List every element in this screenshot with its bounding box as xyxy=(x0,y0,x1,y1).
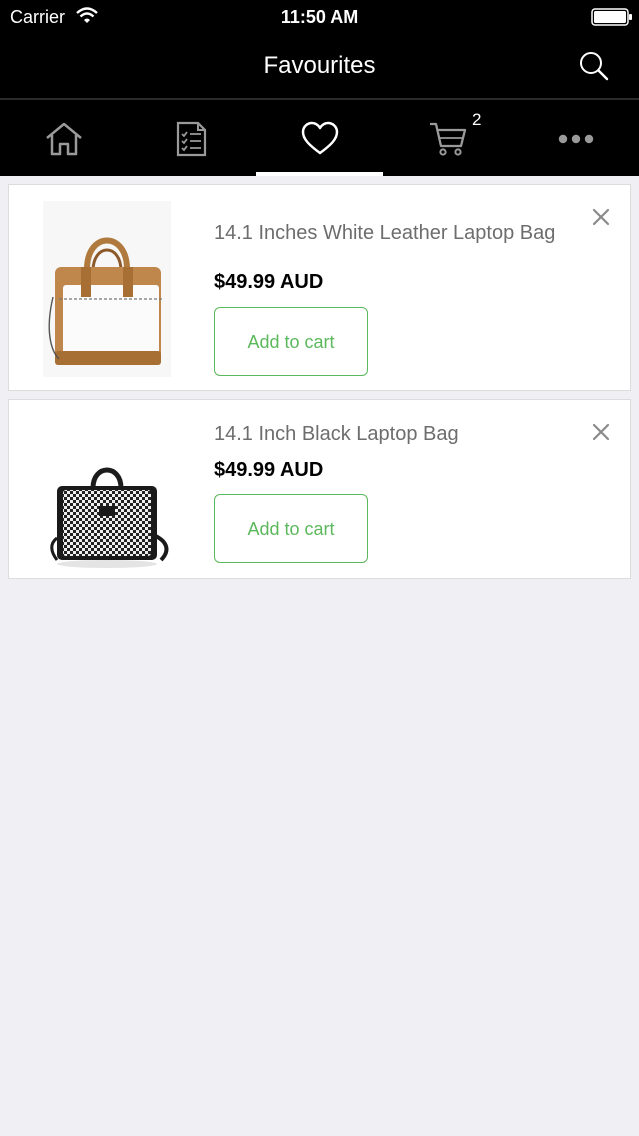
tab-bar xyxy=(0,98,639,176)
close-icon xyxy=(592,423,610,441)
remove-favourite-button[interactable] xyxy=(589,205,613,229)
active-tab-indicator xyxy=(256,172,383,176)
home-icon xyxy=(46,122,82,156)
close-icon xyxy=(592,208,610,226)
product-price: $49.99 AUD xyxy=(214,271,324,293)
search-button[interactable] xyxy=(576,48,612,84)
white-leather-bag-image xyxy=(43,201,171,377)
product-image[interactable] xyxy=(43,404,171,576)
tab-more[interactable] xyxy=(512,100,639,176)
favourite-item: 14.1 Inch Black Laptop Bag $49.99 AUD Ad… xyxy=(8,399,631,579)
checklist-icon xyxy=(176,121,207,157)
page-title: Favourites xyxy=(263,52,376,79)
product-image[interactable] xyxy=(43,201,171,377)
search-icon xyxy=(580,52,609,81)
product-title[interactable]: 14.1 Inches White Leather Laptop Bag xyxy=(214,222,555,245)
add-to-cart-button[interactable]: Add to cart xyxy=(214,494,368,563)
tab-orders[interactable] xyxy=(127,100,254,176)
clock: 11:50 AM xyxy=(280,7,359,27)
cart-icon xyxy=(430,122,467,156)
tab-home[interactable] xyxy=(0,100,127,176)
tab-favourites[interactable] xyxy=(256,100,383,176)
product-price: $49.99 AUD xyxy=(214,459,324,481)
nav-bar: Favourites xyxy=(0,34,639,98)
battery-icon xyxy=(591,8,632,26)
add-to-cart-button[interactable]: Add to cart xyxy=(214,307,368,376)
cart-badge: 2 xyxy=(472,110,482,129)
more-icon xyxy=(558,134,594,144)
product-title[interactable]: 14.1 Inch Black Laptop Bag xyxy=(214,423,459,446)
tab-cart[interactable] xyxy=(384,100,511,176)
favourite-item: 14.1 Inches White Leather Laptop Bag $49… xyxy=(8,184,631,391)
status-bar: Carrier 11:50 AM xyxy=(0,0,639,34)
black-houndstooth-bag-image xyxy=(50,467,169,568)
remove-favourite-button[interactable] xyxy=(589,420,613,444)
heart-icon xyxy=(301,121,339,155)
